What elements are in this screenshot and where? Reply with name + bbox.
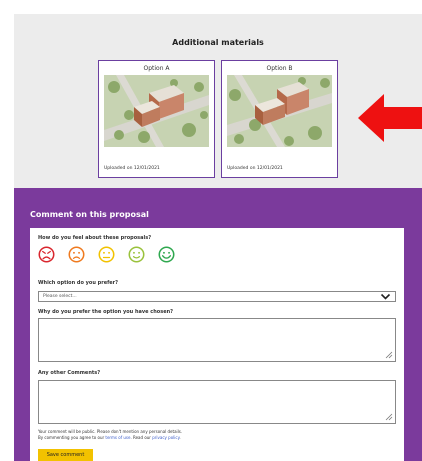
option-a-card[interactable]: Option A Uploaded on 12/01/2021	[98, 60, 215, 178]
red-arrow-icon	[358, 94, 422, 142]
very-sad-face-icon[interactable]	[38, 246, 55, 263]
neutral-face-icon[interactable]	[98, 246, 115, 263]
terms-notice-prefix: By commenting you agree to our	[38, 435, 106, 440]
option-a-title: Option A	[143, 65, 170, 72]
additional-materials-section: Additional materials Option A Uploaded o…	[14, 14, 422, 188]
option-b-upload-date: Uploaded on 12/01/2021	[227, 166, 283, 171]
option-select[interactable]: Please select...	[38, 291, 396, 302]
why-textarea[interactable]	[38, 318, 396, 362]
option-a-upload-date: Uploaded on 12/01/2021	[104, 166, 160, 171]
privacy-policy-link[interactable]: privacy policy	[152, 435, 179, 440]
other-comments-textarea[interactable]	[38, 380, 396, 424]
comment-section: Comment on this proposal How do you feel…	[14, 188, 422, 461]
sad-face-icon[interactable]	[68, 246, 85, 263]
resize-grip-icon[interactable]	[385, 351, 393, 359]
option-b-image[interactable]	[227, 75, 332, 147]
terms-of-use-link[interactable]: terms of use	[105, 435, 130, 440]
materials-title: Additional materials	[172, 38, 264, 47]
comment-heading: Comment on this proposal	[30, 210, 149, 219]
terms-notice-middle: . Read our	[130, 435, 153, 440]
comment-form: How do you feel about these proposals? W…	[30, 228, 404, 461]
option-a-image[interactable]	[104, 75, 209, 147]
option-select-value: Please select...	[43, 293, 77, 299]
why-question-label: Why do you prefer the option you have ch…	[38, 309, 174, 315]
option-b-card[interactable]: Option B Uploaded on 12/01/2021	[221, 60, 338, 178]
terms-notice: By commenting you agree to our terms of …	[38, 435, 181, 441]
resize-grip-icon[interactable]	[385, 413, 393, 421]
save-comment-button[interactable]: Save comment	[38, 449, 93, 461]
other-comments-label: Any other Comments?	[38, 370, 101, 376]
terms-notice-suffix: .	[179, 435, 181, 440]
happy-face-icon[interactable]	[128, 246, 145, 263]
very-happy-face-icon[interactable]	[158, 246, 175, 263]
option-b-title: Option B	[266, 65, 293, 72]
option-question-label: Which option do you prefer?	[38, 280, 119, 286]
feel-question-label: How do you feel about these proposals?	[38, 235, 152, 241]
chevron-down-icon	[380, 293, 391, 300]
